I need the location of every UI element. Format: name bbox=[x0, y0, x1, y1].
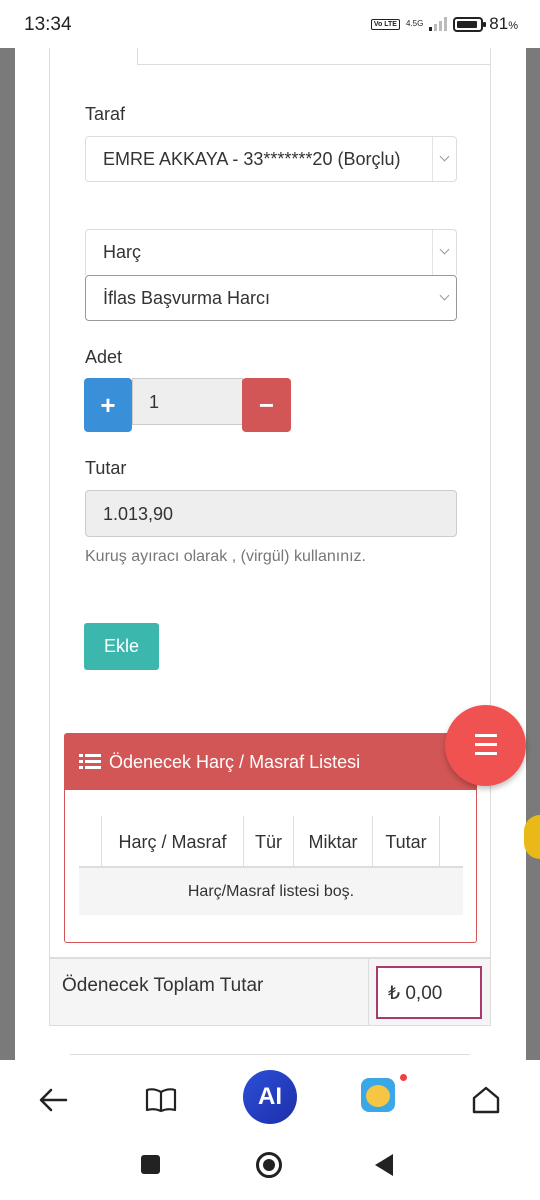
empty-list-message: Harç/Masraf listesi boş. bbox=[79, 868, 463, 915]
total-row: Ödenecek Toplam Tutar ₺ 0,00 bbox=[49, 958, 491, 1026]
party-select-value: EMRE AKKAYA - 33*******20 (Borçlu) bbox=[103, 149, 401, 169]
battery-icon bbox=[453, 16, 487, 32]
fee-list-panel: Ödenecek Harç / Masraf Listesi Harç / Ma… bbox=[64, 733, 477, 943]
system-nav-bar bbox=[0, 1140, 540, 1200]
web-page: Taraf EMRE AKKAYA - 33*******20 (Borçlu)… bbox=[0, 48, 540, 1060]
column-header-fee[interactable]: Harç / Masraf bbox=[101, 816, 243, 868]
fee-list-header: Ödenecek Harç / Masraf Listesi bbox=[65, 734, 476, 790]
total-amount: ₺ 0,00 bbox=[376, 966, 482, 1019]
volte-icon: Vo LTE bbox=[370, 18, 400, 30]
status-indicators: Vo LTE 4.5G 81% bbox=[370, 14, 518, 34]
notification-dot bbox=[400, 1074, 407, 1081]
network-type: 4.5G bbox=[405, 19, 424, 28]
add-button[interactable]: Ekle bbox=[84, 623, 159, 670]
quantity-input[interactable]: 1 bbox=[132, 378, 243, 425]
fee-table-header: Harç / Masraf Tür Miktar Tutar bbox=[79, 816, 463, 868]
page-container: Taraf EMRE AKKAYA - 33*******20 (Borçlu)… bbox=[15, 48, 526, 1060]
fee-table: Harç / Masraf Tür Miktar Tutar Harç/Masr… bbox=[79, 816, 463, 915]
plus-icon: + bbox=[100, 390, 116, 420]
ai-assistant-icon[interactable]: AI bbox=[243, 1070, 297, 1124]
column-header-total[interactable]: Tutar bbox=[372, 816, 440, 868]
total-label: Ödenecek Toplam Tutar bbox=[62, 975, 264, 996]
fee-type-select[interactable]: Harç bbox=[85, 229, 457, 275]
party-label: Taraf bbox=[85, 104, 126, 124]
divider bbox=[70, 1054, 470, 1055]
hamburger-icon bbox=[475, 734, 497, 737]
fee-item-select[interactable]: İflas Başvurma Harcı bbox=[85, 275, 457, 321]
recent-apps-icon[interactable] bbox=[141, 1155, 160, 1174]
fee-list-title: Ödenecek Harç / Masraf Listesi bbox=[109, 752, 361, 772]
list-icon bbox=[79, 754, 101, 770]
quantity-label: Adet bbox=[85, 347, 123, 367]
browser-toolbar: AI bbox=[0, 1060, 540, 1140]
chevron-down-icon bbox=[439, 244, 450, 255]
column-header-type[interactable]: Tür bbox=[243, 816, 293, 868]
battery-percent: 81% bbox=[489, 14, 518, 33]
party-select[interactable]: EMRE AKKAYA - 33*******20 (Borçlu) bbox=[85, 136, 457, 182]
book-icon[interactable] bbox=[139, 1078, 183, 1122]
side-widget-handle[interactable] bbox=[524, 815, 540, 859]
home-circle-icon[interactable] bbox=[256, 1152, 282, 1178]
amount-hint: Kuruş ayıracı olarak , (virgül) kullanın… bbox=[85, 548, 366, 565]
chevron-down-icon bbox=[439, 290, 450, 301]
amount-field[interactable]: 1.013,90 bbox=[85, 490, 457, 537]
fee-item-value: İflas Başvurma Harcı bbox=[103, 288, 271, 308]
amount-label: Tutar bbox=[85, 458, 127, 478]
fee-type-value: Harç bbox=[103, 242, 142, 262]
signal-icon bbox=[429, 17, 448, 31]
status-time: 13:34 bbox=[24, 14, 72, 35]
increment-button[interactable]: + bbox=[84, 378, 132, 432]
back-triangle-icon[interactable] bbox=[375, 1154, 393, 1176]
status-bar: 13:34 Vo LTE 4.5G 81% bbox=[0, 0, 540, 48]
column-header-amount[interactable]: Miktar bbox=[293, 816, 372, 868]
decrement-button[interactable]: − bbox=[242, 378, 291, 432]
home-icon[interactable] bbox=[464, 1078, 508, 1122]
active-tab[interactable] bbox=[50, 48, 138, 65]
back-arrow-icon[interactable] bbox=[32, 1078, 76, 1122]
game-icon[interactable] bbox=[361, 1078, 395, 1112]
minus-icon: − bbox=[258, 390, 275, 420]
chevron-down-icon bbox=[439, 151, 450, 162]
menu-fab[interactable] bbox=[445, 705, 526, 786]
